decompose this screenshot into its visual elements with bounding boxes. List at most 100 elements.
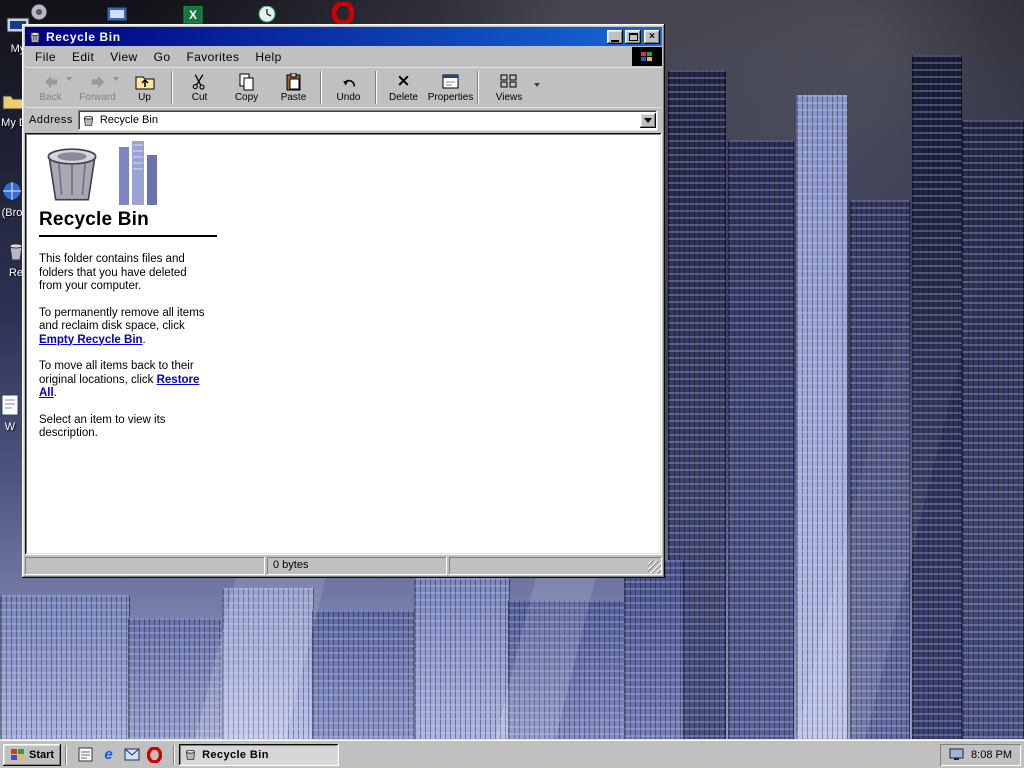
address-bar: Address Recycle Bin bbox=[25, 107, 662, 132]
address-value: Recycle Bin bbox=[99, 114, 158, 126]
forward-icon bbox=[89, 72, 107, 91]
status-pane-left bbox=[25, 557, 265, 575]
clipboard-icon bbox=[286, 72, 302, 91]
menu-help[interactable]: Help bbox=[247, 48, 289, 66]
menu-favorites[interactable]: Favorites bbox=[178, 48, 247, 66]
recycle-bin-window: Recycle Bin × File Edit View Go Favorite… bbox=[22, 24, 665, 578]
application-icon bbox=[106, 6, 128, 22]
cut-button[interactable]: Cut bbox=[176, 69, 223, 106]
folder-content-pane[interactable]: Recycle Bin This folder contains files a… bbox=[25, 133, 662, 555]
close-icon: × bbox=[649, 31, 655, 42]
up-folder-icon bbox=[135, 72, 155, 91]
info-paragraph: This folder contains files and folders t… bbox=[39, 253, 187, 292]
windows-logo-throbber bbox=[632, 47, 662, 66]
windows-flag-icon bbox=[11, 749, 24, 760]
windows-flag-icon bbox=[641, 51, 652, 61]
resize-grip[interactable] bbox=[648, 561, 661, 574]
toolbar-separator bbox=[375, 71, 377, 104]
menu-view[interactable]: View bbox=[102, 48, 145, 66]
outlook-express-icon[interactable] bbox=[123, 746, 140, 763]
desktop-shortcut-app-icon[interactable] bbox=[100, 0, 134, 24]
forward-button[interactable]: Forward bbox=[74, 69, 121, 106]
skyline-artwork bbox=[119, 141, 157, 205]
show-desktop-icon[interactable] bbox=[77, 746, 94, 763]
title-rule bbox=[39, 235, 217, 237]
recycle-bin-artwork bbox=[39, 141, 259, 207]
start-button[interactable]: Start bbox=[3, 743, 62, 766]
toolbar-separator bbox=[320, 71, 322, 104]
taskbar-divider bbox=[65, 744, 68, 765]
recycle-bin-icon bbox=[186, 749, 196, 760]
building bbox=[312, 610, 416, 740]
maximize-button[interactable] bbox=[625, 29, 641, 44]
back-icon bbox=[42, 72, 60, 91]
menu-go[interactable]: Go bbox=[146, 48, 179, 66]
views-grid-icon bbox=[500, 72, 518, 91]
desktop-shortcut-clock-icon[interactable] bbox=[250, 0, 284, 24]
maximize-icon bbox=[628, 32, 638, 41]
menu-file[interactable]: File bbox=[27, 48, 64, 66]
desktop-shortcut-spreadsheet-icon[interactable]: X bbox=[176, 0, 210, 24]
building bbox=[414, 578, 510, 740]
desktop-shortcut-opera-icon[interactable] bbox=[326, 0, 360, 24]
properties-icon bbox=[442, 72, 460, 91]
building bbox=[624, 560, 684, 740]
opera-icon bbox=[332, 2, 354, 24]
building bbox=[962, 120, 1024, 740]
info-paragraph: To move all items back to their original… bbox=[39, 360, 200, 399]
recycle-bin-icon bbox=[30, 31, 40, 43]
webview-info-panel: Recycle Bin This folder contains files a… bbox=[39, 141, 259, 454]
copy-button[interactable]: Copy bbox=[223, 69, 270, 106]
paste-button[interactable]: Paste bbox=[270, 69, 317, 106]
minimize-button[interactable] bbox=[607, 29, 623, 44]
taskbar-task-recycle-bin[interactable]: Recycle Bin bbox=[179, 743, 340, 766]
building bbox=[728, 140, 794, 740]
address-combobox[interactable]: Recycle Bin bbox=[77, 109, 658, 131]
undo-icon bbox=[340, 72, 358, 91]
views-button[interactable]: Views bbox=[482, 69, 540, 106]
info-paragraph: To permanently remove all items and recl… bbox=[39, 306, 205, 346]
desktop: X My My D (Bro Re W Recycle Bin × File E… bbox=[0, 0, 1024, 768]
delete-x-icon: × bbox=[396, 71, 411, 91]
views-dropdown-icon[interactable] bbox=[534, 83, 540, 87]
internet-explorer-icon[interactable]: e bbox=[100, 746, 117, 763]
properties-button[interactable]: Properties bbox=[427, 69, 474, 106]
spreadsheet-icon: X bbox=[183, 6, 203, 24]
tray-clock[interactable]: 8:08 PM bbox=[971, 749, 1012, 761]
recycle-bin-large-icon bbox=[47, 148, 97, 201]
close-button[interactable]: × bbox=[644, 29, 660, 44]
clock-icon bbox=[258, 6, 276, 23]
info-paragraph: Select an item to view its description. bbox=[39, 413, 166, 440]
status-bar: 0 bytes bbox=[25, 555, 662, 575]
window-titlebar[interactable]: Recycle Bin × bbox=[25, 27, 662, 46]
copy-icon bbox=[238, 72, 256, 91]
system-tray: 8:08 PM bbox=[940, 744, 1021, 766]
taskbar: Start e Recycle Bin 8:08 PM bbox=[0, 740, 1024, 768]
back-button[interactable]: Back bbox=[27, 69, 74, 106]
opera-icon[interactable] bbox=[146, 746, 163, 763]
empty-recycle-bin-link[interactable]: Empty Recycle Bin bbox=[39, 334, 143, 346]
toolbar-separator bbox=[171, 71, 173, 104]
chevron-down-icon bbox=[644, 117, 652, 123]
building bbox=[0, 595, 130, 740]
taskbar-divider bbox=[173, 744, 176, 765]
recycle-bin-icon bbox=[83, 115, 93, 126]
status-pane-right bbox=[449, 557, 662, 575]
forward-dropdown-icon[interactable] bbox=[113, 77, 119, 81]
page-title: Recycle Bin bbox=[39, 209, 149, 230]
undo-button[interactable]: Undo bbox=[325, 69, 372, 106]
delete-button[interactable]: × Delete bbox=[380, 69, 427, 106]
toolbar: Back Forward Up Cut Copy Paste Undo × De… bbox=[25, 67, 662, 107]
address-dropdown-button[interactable] bbox=[640, 112, 656, 128]
minimize-icon bbox=[611, 39, 619, 42]
menu-bar: File Edit View Go Favorites Help bbox=[25, 46, 662, 67]
tray-display-icon[interactable] bbox=[949, 748, 964, 761]
scissors-icon bbox=[191, 72, 208, 91]
document-icon bbox=[0, 392, 24, 418]
quick-launch: e bbox=[71, 746, 169, 763]
address-label: Address bbox=[29, 114, 73, 126]
up-button[interactable]: Up bbox=[121, 69, 168, 106]
back-dropdown-icon[interactable] bbox=[66, 77, 72, 81]
menu-edit[interactable]: Edit bbox=[64, 48, 102, 66]
window-title: Recycle Bin bbox=[46, 29, 121, 44]
